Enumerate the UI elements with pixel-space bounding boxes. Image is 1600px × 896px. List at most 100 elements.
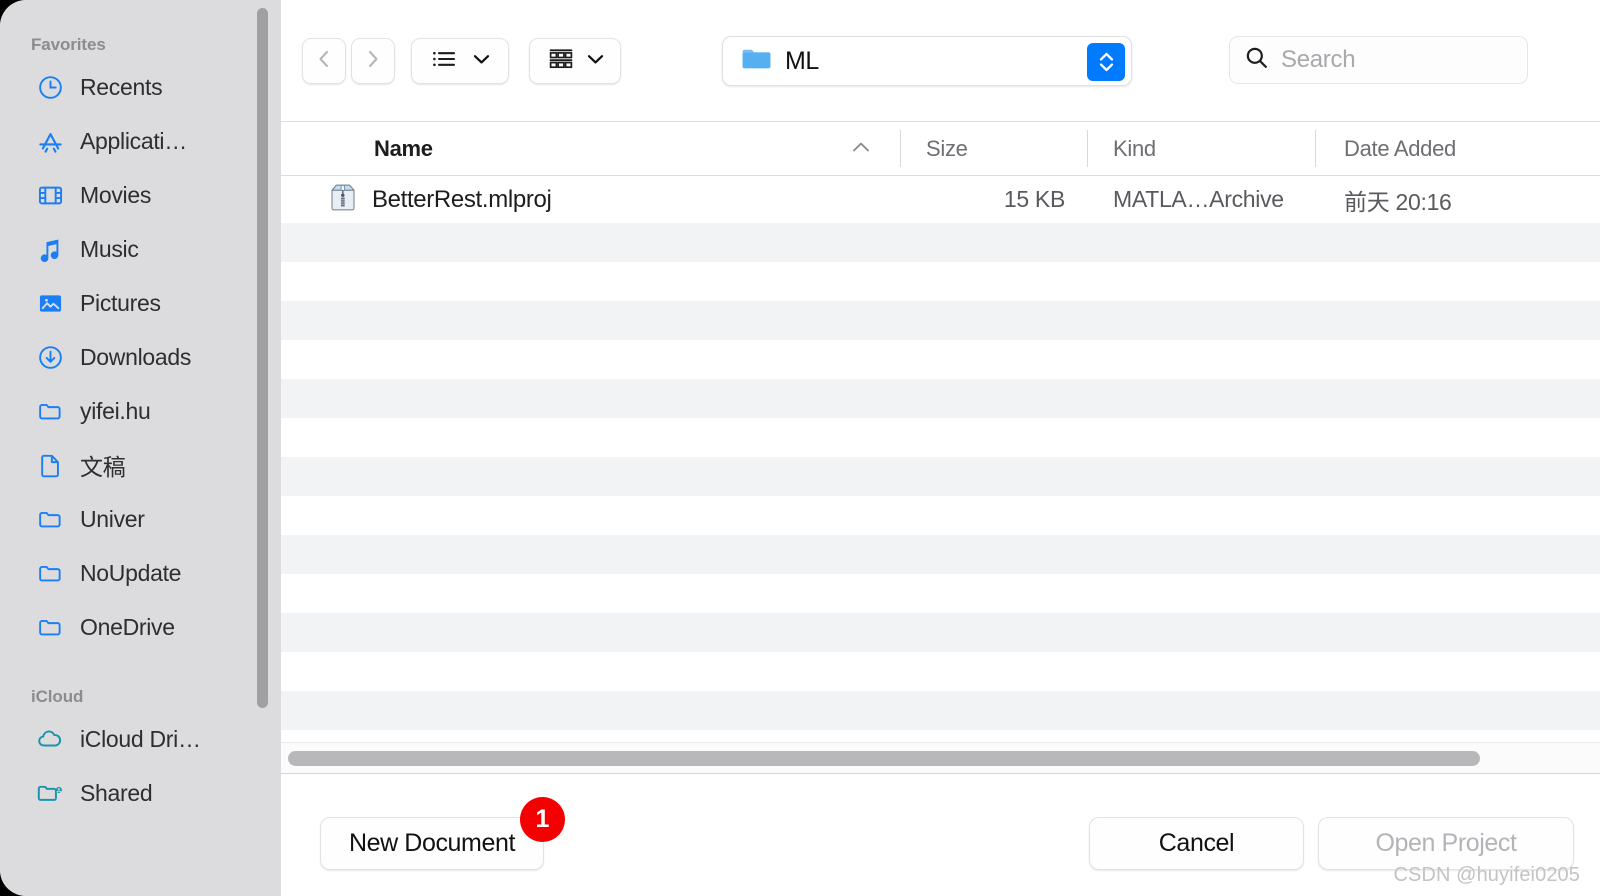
sidebar-item-downloads[interactable]: Downloads bbox=[0, 330, 281, 384]
folder-icon bbox=[35, 504, 65, 534]
sidebar-section-locations-title: Locations bbox=[0, 888, 110, 896]
back-button[interactable] bbox=[302, 38, 346, 84]
sidebar-item-label: Univer bbox=[80, 505, 145, 532]
archive-file-icon bbox=[328, 181, 358, 218]
sidebar-item-label: OneDrive bbox=[80, 613, 175, 640]
appstore-icon bbox=[35, 126, 65, 156]
content-pane: ML Name bbox=[281, 0, 1600, 896]
column-header-name[interactable]: Name bbox=[281, 121, 900, 176]
sort-ascending-icon bbox=[851, 140, 871, 159]
horizontal-scrollbar[interactable] bbox=[281, 742, 1600, 773]
column-label: Date Added bbox=[1344, 135, 1456, 161]
film-icon bbox=[35, 180, 65, 210]
empty-row bbox=[281, 496, 1600, 535]
cloud-icon bbox=[35, 724, 65, 754]
navigation-buttons bbox=[302, 38, 395, 84]
file-name: BetterRest.mlproj bbox=[372, 185, 552, 213]
folder-icon bbox=[35, 612, 65, 642]
sidebar-item-label: Movies bbox=[80, 181, 152, 208]
column-label: Kind bbox=[1113, 135, 1156, 161]
watermark: CSDN @huyifei0205 bbox=[1393, 864, 1580, 886]
path-stepper-icon[interactable] bbox=[1087, 43, 1125, 81]
list-view-icon bbox=[431, 47, 459, 76]
chevron-down-icon bbox=[473, 52, 490, 70]
folder-blue-icon bbox=[741, 46, 772, 77]
music-note-icon bbox=[35, 234, 65, 264]
table-row[interactable]: BetterRest.mlproj 15 KB MATLA…Archive 前天… bbox=[281, 176, 1600, 223]
horizontal-scrollbar-thumb[interactable] bbox=[288, 750, 1480, 766]
empty-row bbox=[281, 301, 1600, 340]
column-header-size[interactable]: Size bbox=[900, 121, 1087, 176]
column-label: Name bbox=[374, 135, 433, 161]
forward-button[interactable] bbox=[351, 38, 395, 84]
sidebar-scrollbar[interactable] bbox=[257, 8, 268, 708]
sidebar-item-label: yifei.hu bbox=[80, 397, 151, 424]
sidebar-item-label: Downloads bbox=[80, 343, 192, 370]
column-header-row: Name Size Kind Date Added bbox=[281, 121, 1600, 176]
view-group-button[interactable] bbox=[529, 38, 621, 84]
empty-row bbox=[281, 418, 1600, 457]
file-list[interactable]: BetterRest.mlproj 15 KB MATLA…Archive 前天… bbox=[281, 176, 1600, 742]
sidebar-item-movies[interactable]: Movies bbox=[0, 168, 281, 222]
file-picker-dialog: Favorites Recents Applicati… Movies Musi… bbox=[0, 0, 1600, 896]
dialog-action-bar: New Document 1 Cancel Open Project CSDN … bbox=[281, 773, 1600, 896]
empty-row bbox=[281, 730, 1600, 742]
sidebar-item-yifei-hu[interactable]: yifei.hu bbox=[0, 384, 281, 438]
sidebar-item-shared[interactable]: Shared bbox=[0, 766, 281, 820]
sidebar-item-documents[interactable]: 文稿 bbox=[0, 438, 281, 492]
sidebar-item-label: Applicati… bbox=[80, 127, 187, 154]
sidebar-item-label: iCloud Dri… bbox=[80, 725, 201, 752]
sidebar-item-label: Music bbox=[80, 235, 139, 262]
search-field[interactable] bbox=[1229, 36, 1528, 84]
column-label: Size bbox=[926, 135, 968, 161]
search-icon bbox=[1244, 45, 1269, 75]
column-header-date-added[interactable]: Date Added bbox=[1315, 121, 1600, 176]
column-header-kind[interactable]: Kind bbox=[1087, 121, 1315, 176]
view-list-button[interactable] bbox=[411, 38, 509, 84]
sidebar-item-univer[interactable]: Univer bbox=[0, 492, 281, 546]
search-input[interactable] bbox=[1281, 46, 1501, 74]
new-document-button[interactable]: New Document bbox=[320, 817, 544, 870]
toolbar: ML bbox=[281, 0, 1600, 121]
path-popup-button[interactable]: ML bbox=[722, 36, 1132, 86]
empty-row bbox=[281, 379, 1600, 418]
folder-icon bbox=[35, 396, 65, 426]
empty-row bbox=[281, 457, 1600, 496]
file-name-cell: BetterRest.mlproj bbox=[281, 181, 900, 218]
sidebar-item-recents[interactable]: Recents bbox=[0, 60, 281, 114]
file-size: 15 KB bbox=[1003, 186, 1065, 212]
sidebar-item-noupdate[interactable]: NoUpdate bbox=[0, 546, 281, 600]
empty-row bbox=[281, 613, 1600, 652]
sidebar-item-icloud-drive[interactable]: iCloud Dri… bbox=[0, 712, 281, 766]
sidebar-item-applications[interactable]: Applicati… bbox=[0, 114, 281, 168]
sidebar-item-label: Shared bbox=[80, 779, 153, 806]
shared-folder-icon bbox=[35, 778, 65, 808]
cancel-button[interactable]: Cancel bbox=[1089, 817, 1304, 870]
chevron-down-icon bbox=[587, 52, 604, 70]
sidebar-item-label: Recents bbox=[80, 73, 163, 100]
download-circle-icon bbox=[35, 342, 65, 372]
sidebar-item-pictures[interactable]: Pictures bbox=[0, 276, 281, 330]
empty-row bbox=[281, 340, 1600, 379]
sidebar-item-label: NoUpdate bbox=[80, 559, 182, 586]
sidebar-section-favorites-title: Favorites bbox=[31, 35, 106, 54]
step-badge: 1 bbox=[520, 797, 565, 842]
empty-row bbox=[281, 574, 1600, 613]
sidebar-item-onedrive[interactable]: OneDrive bbox=[0, 600, 281, 654]
photo-icon bbox=[35, 288, 65, 318]
path-label: ML bbox=[785, 46, 819, 75]
sidebar-item-label: Pictures bbox=[80, 289, 161, 316]
file-date-added: 前天 20:16 bbox=[1344, 188, 1452, 215]
group-view-icon bbox=[547, 46, 575, 77]
clock-icon bbox=[35, 72, 65, 102]
sidebar-section-icloud-title: iCloud bbox=[31, 687, 84, 706]
sidebar: Favorites Recents Applicati… Movies Musi… bbox=[0, 0, 281, 896]
empty-row bbox=[281, 223, 1600, 262]
empty-row bbox=[281, 691, 1600, 730]
open-project-button: Open Project bbox=[1318, 817, 1574, 870]
empty-row bbox=[281, 262, 1600, 301]
empty-row bbox=[281, 652, 1600, 691]
chevron-left-icon bbox=[314, 47, 334, 76]
document-icon bbox=[35, 450, 65, 480]
sidebar-item-music[interactable]: Music bbox=[0, 222, 281, 276]
